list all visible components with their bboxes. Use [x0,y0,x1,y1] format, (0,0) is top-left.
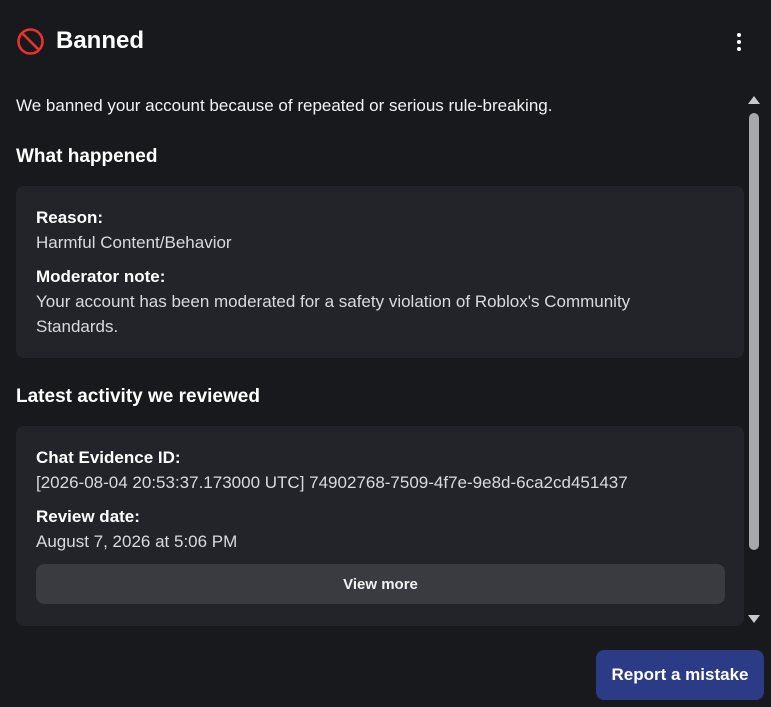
evidence-id-value: [2026-08-04 20:53:37.173000 UTC] 7490276… [36,473,628,492]
ban-dialog: Banned We banned your account because of… [0,0,771,707]
more-vertical-icon-dot [737,40,741,44]
scroll-up-icon[interactable] [748,96,760,104]
ban-icon [17,28,44,55]
view-more-button[interactable]: View more [36,564,725,604]
page-title: Banned [56,27,145,54]
more-vertical-icon [737,33,741,37]
review-date-label: Review date: [36,507,140,526]
dialog-header: Banned [0,0,771,82]
report-mistake-button[interactable]: Report a mistake [596,650,764,700]
what-happened-heading: What happened [16,146,158,167]
more-options-button[interactable] [726,29,752,55]
moderator-note-label: Moderator note: [36,267,166,286]
scroll-content[interactable]: We banned your account because of repeat… [0,82,745,630]
more-vertical-icon-dot [737,47,741,51]
what-happened-card: Reason: Harmful Content/Behavior Moderat… [16,186,744,358]
latest-activity-heading: Latest activity we reviewed [16,386,260,407]
reason-value: Harmful Content/Behavior [36,233,232,252]
ban-summary: We banned your account because of repeat… [16,96,553,115]
review-date-value: August 7, 2026 at 5:06 PM [36,532,238,551]
scrollbar-thumb[interactable] [749,113,759,550]
scrollbar[interactable] [745,90,765,630]
moderator-note-value: Your account has been moderated for a sa… [36,292,631,336]
scroll-down-icon[interactable] [748,615,760,623]
reason-label: Reason: [36,208,104,227]
latest-activity-card: Chat Evidence ID: [2026-08-04 20:53:37.1… [16,426,744,626]
evidence-id-label: Chat Evidence ID: [36,448,181,467]
